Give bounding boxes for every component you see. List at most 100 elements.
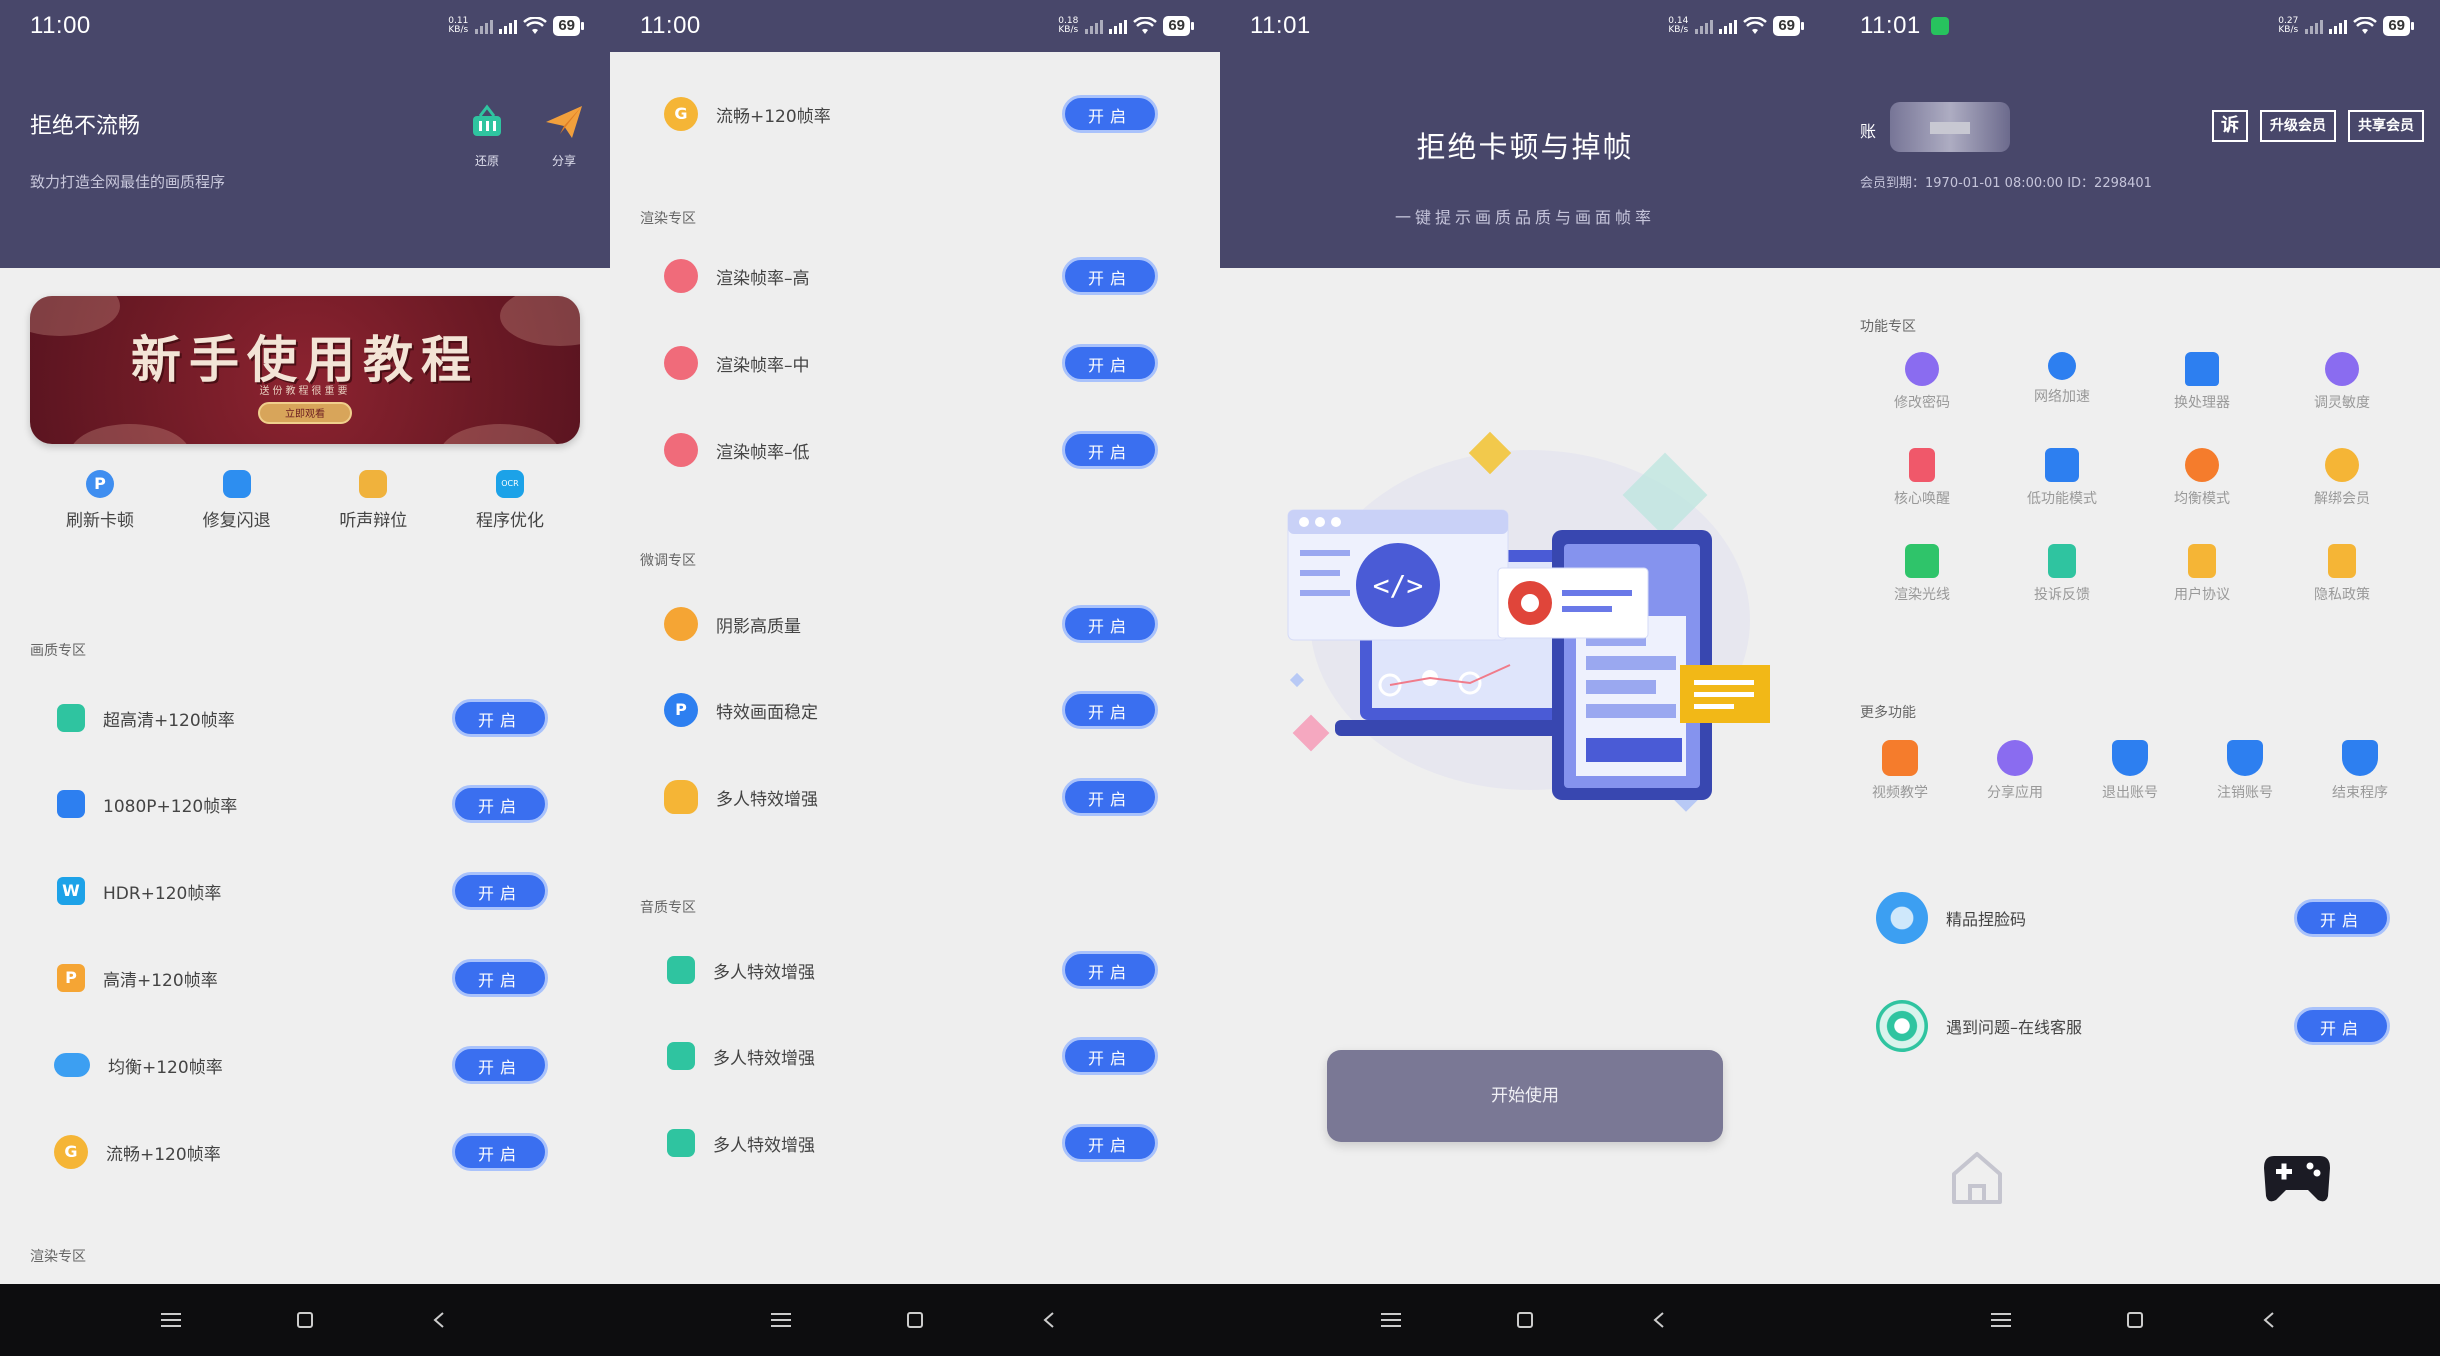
repair-stack-icon <box>222 470 251 498</box>
developer-illustration: </> <box>1287 431 1770 812</box>
feature-user-agreement[interactable]: 用户协议 <box>2132 544 2272 604</box>
teal-cube-icon <box>667 1129 695 1157</box>
list-item: 遇到问题–在线客服 开启 <box>1830 996 2440 1056</box>
status-bar: 11:01 0.27 KB/s 69 <box>1830 0 2440 52</box>
back-icon[interactable] <box>1642 1303 1676 1337</box>
feature-render-light[interactable]: 渲染光线 <box>1852 544 1992 604</box>
wifi-icon <box>2353 17 2378 34</box>
home-square-icon[interactable] <box>898 1303 932 1337</box>
open-button[interactable]: 开启 <box>452 785 548 823</box>
menu-icon[interactable] <box>154 1303 188 1337</box>
feature-feedback[interactable]: 投诉反馈 <box>1992 544 2132 604</box>
battery-indicator: 69 <box>1163 16 1194 36</box>
signal-icon <box>1085 18 1104 34</box>
wheel-icon <box>1876 892 1928 944</box>
list-item: 精品捏脸码 开启 <box>1830 888 2440 948</box>
quick-repair[interactable]: 修复闪退 <box>177 470 297 531</box>
open-button[interactable]: 开启 <box>1062 605 1158 643</box>
quick-optimize[interactable]: OCR 程序优化 <box>450 470 570 531</box>
wifi-icon <box>1133 17 1158 34</box>
open-button[interactable]: 开启 <box>1062 257 1158 295</box>
ocr-icon: OCR <box>495 470 524 498</box>
feature-change-password[interactable]: 修改密码 <box>1852 352 1992 412</box>
banner-subtitle: 送份教程很重要 <box>259 386 351 397</box>
home-icon[interactable] <box>1948 1148 2006 1206</box>
open-button[interactable]: 开启 <box>2294 1007 2390 1045</box>
menu-icon[interactable] <box>1374 1303 1408 1337</box>
home-square-icon[interactable] <box>2118 1303 2152 1337</box>
more-delete-account[interactable]: 注销账号 <box>2195 740 2295 802</box>
feature-unbind-member[interactable]: 解绑会员 <box>2272 448 2412 508</box>
open-button[interactable]: 开启 <box>1062 951 1158 989</box>
account-label: 账 <box>1860 122 1877 141</box>
open-button[interactable]: 开启 <box>1062 431 1158 469</box>
complain-button[interactable]: 诉 <box>2212 110 2248 142</box>
feature-network-boost[interactable]: 网络加速 <box>1992 352 2132 412</box>
tutorial-banner[interactable]: 新手使用教程 送份教程很重要 立即观看 <box>30 296 580 444</box>
open-button[interactable]: 开启 <box>1062 691 1158 729</box>
open-button[interactable]: 开启 <box>1062 95 1158 133</box>
target-icon <box>1876 1000 1928 1052</box>
section-tune-title: 微调专区 <box>640 553 696 569</box>
section-audio-title: 音质专区 <box>640 900 696 916</box>
open-button[interactable]: 开启 <box>1062 344 1158 382</box>
list-item: G 流畅+120帧率 开启 <box>610 86 1220 142</box>
quick-refresh[interactable]: P 刷新卡顿 <box>40 470 160 531</box>
open-button[interactable]: 开启 <box>1062 1037 1158 1075</box>
open-button[interactable]: 开启 <box>452 1046 548 1084</box>
list-item: 阴影高质量 开启 <box>610 596 1220 652</box>
home-square-icon[interactable] <box>1508 1303 1542 1337</box>
feature-core-wake[interactable]: 核心唤醒 <box>1852 448 1992 508</box>
start-button[interactable]: 开始使用 <box>1327 1050 1723 1142</box>
open-button[interactable]: 开启 <box>2294 899 2390 937</box>
signal-icon <box>1695 18 1714 34</box>
screen-account: 11:01 0.27 KB/s 69 账 会员到期：1970-01-01 08:0… <box>1830 0 2440 1356</box>
feature-low-power[interactable]: 低功能模式 <box>1992 448 2132 508</box>
back-icon[interactable] <box>2252 1303 2286 1337</box>
compass-icon <box>2048 352 2076 380</box>
open-button[interactable]: 开启 <box>1062 1124 1158 1162</box>
coin-icon <box>2325 448 2359 482</box>
upgrade-member-button[interactable]: 升级会员 <box>2260 110 2336 142</box>
features-grid: 修改密码 网络加速 换处理器 调灵敏度 核心唤醒 低功能模式 均衡模式 解绑会员… <box>1852 352 2412 604</box>
system-nav-bar <box>610 1284 1220 1356</box>
quick-sound[interactable]: 听声辩位 <box>313 470 433 531</box>
feature-switch-cpu[interactable]: 换处理器 <box>2132 352 2272 412</box>
back-icon[interactable] <box>1032 1303 1066 1337</box>
section-render-title: 渲染专区 <box>640 211 696 227</box>
open-button[interactable]: 开启 <box>452 699 548 737</box>
menu-icon[interactable] <box>764 1303 798 1337</box>
more-logout[interactable]: 退出账号 <box>2080 740 2180 802</box>
feature-privacy-policy[interactable]: 隐私政策 <box>2272 544 2412 604</box>
open-button[interactable]: 开启 <box>1062 778 1158 816</box>
more-video-tutorial[interactable]: 视频教学 <box>1850 740 1950 802</box>
gamepad-icon[interactable] <box>2262 1150 2332 1206</box>
feature-sensitivity[interactable]: 调灵敏度 <box>2272 352 2412 412</box>
pink-eye-icon <box>664 346 698 380</box>
open-button[interactable]: 开启 <box>452 959 548 997</box>
restore-button[interactable]: 还原 <box>457 104 517 169</box>
teal-cube-icon <box>57 704 85 732</box>
more-exit-app[interactable]: 结束程序 <box>2310 740 2410 802</box>
home-square-icon[interactable] <box>288 1303 322 1337</box>
cpu-house-icon <box>2185 352 2219 386</box>
feature-balanced[interactable]: 均衡模式 <box>2132 448 2272 508</box>
gift-icon <box>359 470 388 498</box>
signal-icon <box>499 18 518 34</box>
network-speed: 0.11 KB/s <box>448 16 469 35</box>
blue-layers-icon <box>57 790 85 818</box>
share-member-button[interactable]: 共享会员 <box>2348 110 2424 142</box>
signal-icon <box>475 18 494 34</box>
section-features-title: 功能专区 <box>1860 319 1916 335</box>
open-button[interactable]: 开启 <box>452 1133 548 1171</box>
banner-watch-button[interactable]: 立即观看 <box>258 402 352 424</box>
menu-icon[interactable] <box>1984 1303 2018 1337</box>
status-time: 11:01 <box>1250 12 1311 39</box>
share-button[interactable]: 分享 <box>534 104 594 169</box>
shield-star-icon <box>2342 740 2378 776</box>
restore-label: 还原 <box>474 154 499 168</box>
open-button[interactable]: 开启 <box>452 872 548 910</box>
more-share-app[interactable]: 分享应用 <box>1965 740 2065 802</box>
list-item: P 特效画面稳定 开启 <box>610 682 1220 738</box>
back-icon[interactable] <box>422 1303 456 1337</box>
